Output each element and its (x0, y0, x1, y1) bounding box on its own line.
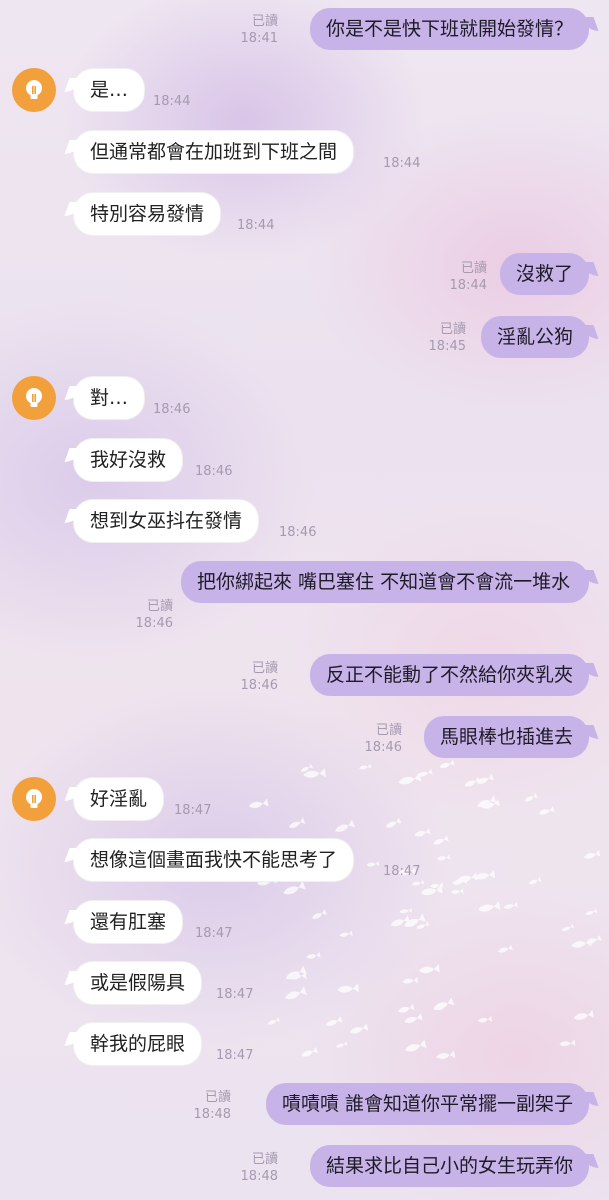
outgoing-message-bubble[interactable]: 淫亂公狗 (480, 316, 589, 358)
message-row: 已讀 18:41 你是不是快下班就開始發情？ (0, 6, 609, 54)
message-time: 18:47 (383, 864, 421, 879)
message-row: 已讀 18:48 結果求比自己小的女生玩弄你 (0, 1145, 609, 1193)
outgoing-message-bubble[interactable]: 嘖嘖嘖 誰會知道你平常擺一副架子 (265, 1083, 589, 1125)
message-meta: 已讀 18:44 (450, 260, 487, 294)
message-meta: 已讀 18:45 (429, 321, 466, 355)
read-receipt: 已讀 (460, 261, 487, 276)
message-row: 已讀 18:46 馬眼棒也插進去 (0, 716, 609, 764)
message-time: 18:47 (195, 926, 233, 941)
message-meta: 已讀 18:48 (194, 1089, 231, 1123)
message-time: 18:44 (449, 278, 487, 293)
message-time: 18:47 (174, 803, 212, 818)
contact-avatar[interactable] (12, 68, 56, 112)
message-time: 18:46 (153, 402, 191, 417)
message-time: 18:47 (216, 1048, 254, 1063)
message-row: 幹我的屁眼 18:47 (0, 1022, 609, 1070)
outgoing-message-bubble[interactable]: 結果求比自己小的女生玩弄你 (309, 1145, 589, 1187)
message-meta: 已讀 18:41 (241, 13, 278, 47)
read-receipt: 已讀 (251, 14, 278, 29)
message-row: 好淫亂 18:47 (0, 777, 609, 825)
message-meta: 已讀 18:46 (365, 722, 402, 756)
outgoing-message-bubble[interactable]: 沒救了 (499, 253, 589, 295)
incoming-message-bubble[interactable]: 幹我的屁眼 (73, 1022, 203, 1066)
incoming-message-bubble[interactable]: 我好沒救 (73, 438, 184, 482)
message-row: 我好沒救 18:46 (0, 438, 609, 486)
read-receipt: 已讀 (204, 1090, 231, 1105)
message-time: 18:45 (428, 339, 466, 354)
message-row: 已讀 18:44 沒救了 (0, 253, 609, 301)
message-time: 18:48 (193, 1107, 231, 1122)
message-time: 18:44 (383, 156, 421, 171)
message-row: 是… 18:44 (0, 68, 609, 116)
message-meta: 已讀 18:46 (241, 660, 278, 694)
message-time: 18:46 (135, 616, 173, 631)
message-time: 18:47 (216, 987, 254, 1002)
incoming-message-bubble[interactable]: 還有肛塞 (73, 900, 184, 944)
message-time: 18:41 (240, 31, 278, 46)
contact-avatar[interactable] (12, 777, 56, 821)
outgoing-message-bubble[interactable]: 你是不是快下班就開始發情？ (309, 8, 589, 50)
message-row: 對… 18:46 (0, 376, 609, 424)
message-meta: 已讀 18:48 (241, 1151, 278, 1185)
read-receipt: 已讀 (146, 599, 173, 614)
lightbulb-icon (26, 388, 42, 407)
message-time: 18:48 (240, 1169, 278, 1184)
incoming-message-bubble[interactable]: 好淫亂 (73, 777, 165, 821)
incoming-message-bubble[interactable]: 或是假陽具 (73, 961, 203, 1005)
message-time: 18:46 (195, 464, 233, 479)
message-row: 還有肛塞 18:47 (0, 900, 609, 948)
incoming-message-bubble[interactable]: 特別容易發情 (73, 192, 222, 236)
read-receipt: 已讀 (251, 661, 278, 676)
message-row: 特別容易發情 18:44 (0, 192, 609, 240)
message-time: 18:46 (364, 740, 402, 755)
incoming-message-bubble[interactable]: 對… (73, 376, 146, 420)
read-receipt: 已讀 (375, 723, 402, 738)
message-row: 或是假陽具 18:47 (0, 961, 609, 1009)
outgoing-message-bubble[interactable]: 馬眼棒也插進去 (423, 716, 589, 758)
message-row: 已讀 18:46 反正不能動了不然給你夾乳夾 (0, 654, 609, 702)
message-time: 18:44 (153, 94, 191, 109)
message-row: 但通常都會在加班到下班之間 18:44 (0, 130, 609, 178)
message-meta: 已讀 18:46 (136, 598, 173, 632)
message-row: 已讀 18:45 淫亂公狗 (0, 316, 609, 364)
outgoing-message-bubble[interactable]: 把你綁起來 嘴巴塞住 不知道會不會流一堆水 (181, 561, 589, 603)
lightbulb-icon (26, 80, 42, 99)
read-receipt: 已讀 (439, 322, 466, 337)
message-row: 已讀 18:46 把你綁起來 嘴巴塞住 不知道會不會流一堆水 (0, 561, 609, 639)
outgoing-message-bubble[interactable]: 反正不能動了不然給你夾乳夾 (309, 654, 589, 696)
contact-avatar[interactable] (12, 376, 56, 420)
message-time: 18:46 (240, 678, 278, 693)
message-row: 想像這個畫面我快不能思考了 18:47 (0, 838, 609, 886)
incoming-message-bubble[interactable]: 想到女巫抖在發情 (73, 499, 260, 543)
lightbulb-icon (26, 789, 42, 808)
message-time: 18:44 (237, 218, 275, 233)
incoming-message-bubble[interactable]: 但通常都會在加班到下班之間 (73, 130, 355, 174)
chat-message-list[interactable]: 已讀 18:41 你是不是快下班就開始發情？ 是… 18:44 但通常都會在加班… (0, 0, 609, 1200)
message-row: 已讀 18:48 嘖嘖嘖 誰會知道你平常擺一副架子 (0, 1083, 609, 1131)
incoming-message-bubble[interactable]: 是… (73, 68, 146, 112)
read-receipt: 已讀 (251, 1152, 278, 1167)
message-row: 想到女巫抖在發情 18:46 (0, 499, 609, 547)
incoming-message-bubble[interactable]: 想像這個畫面我快不能思考了 (73, 838, 355, 882)
message-time: 18:46 (279, 525, 317, 540)
